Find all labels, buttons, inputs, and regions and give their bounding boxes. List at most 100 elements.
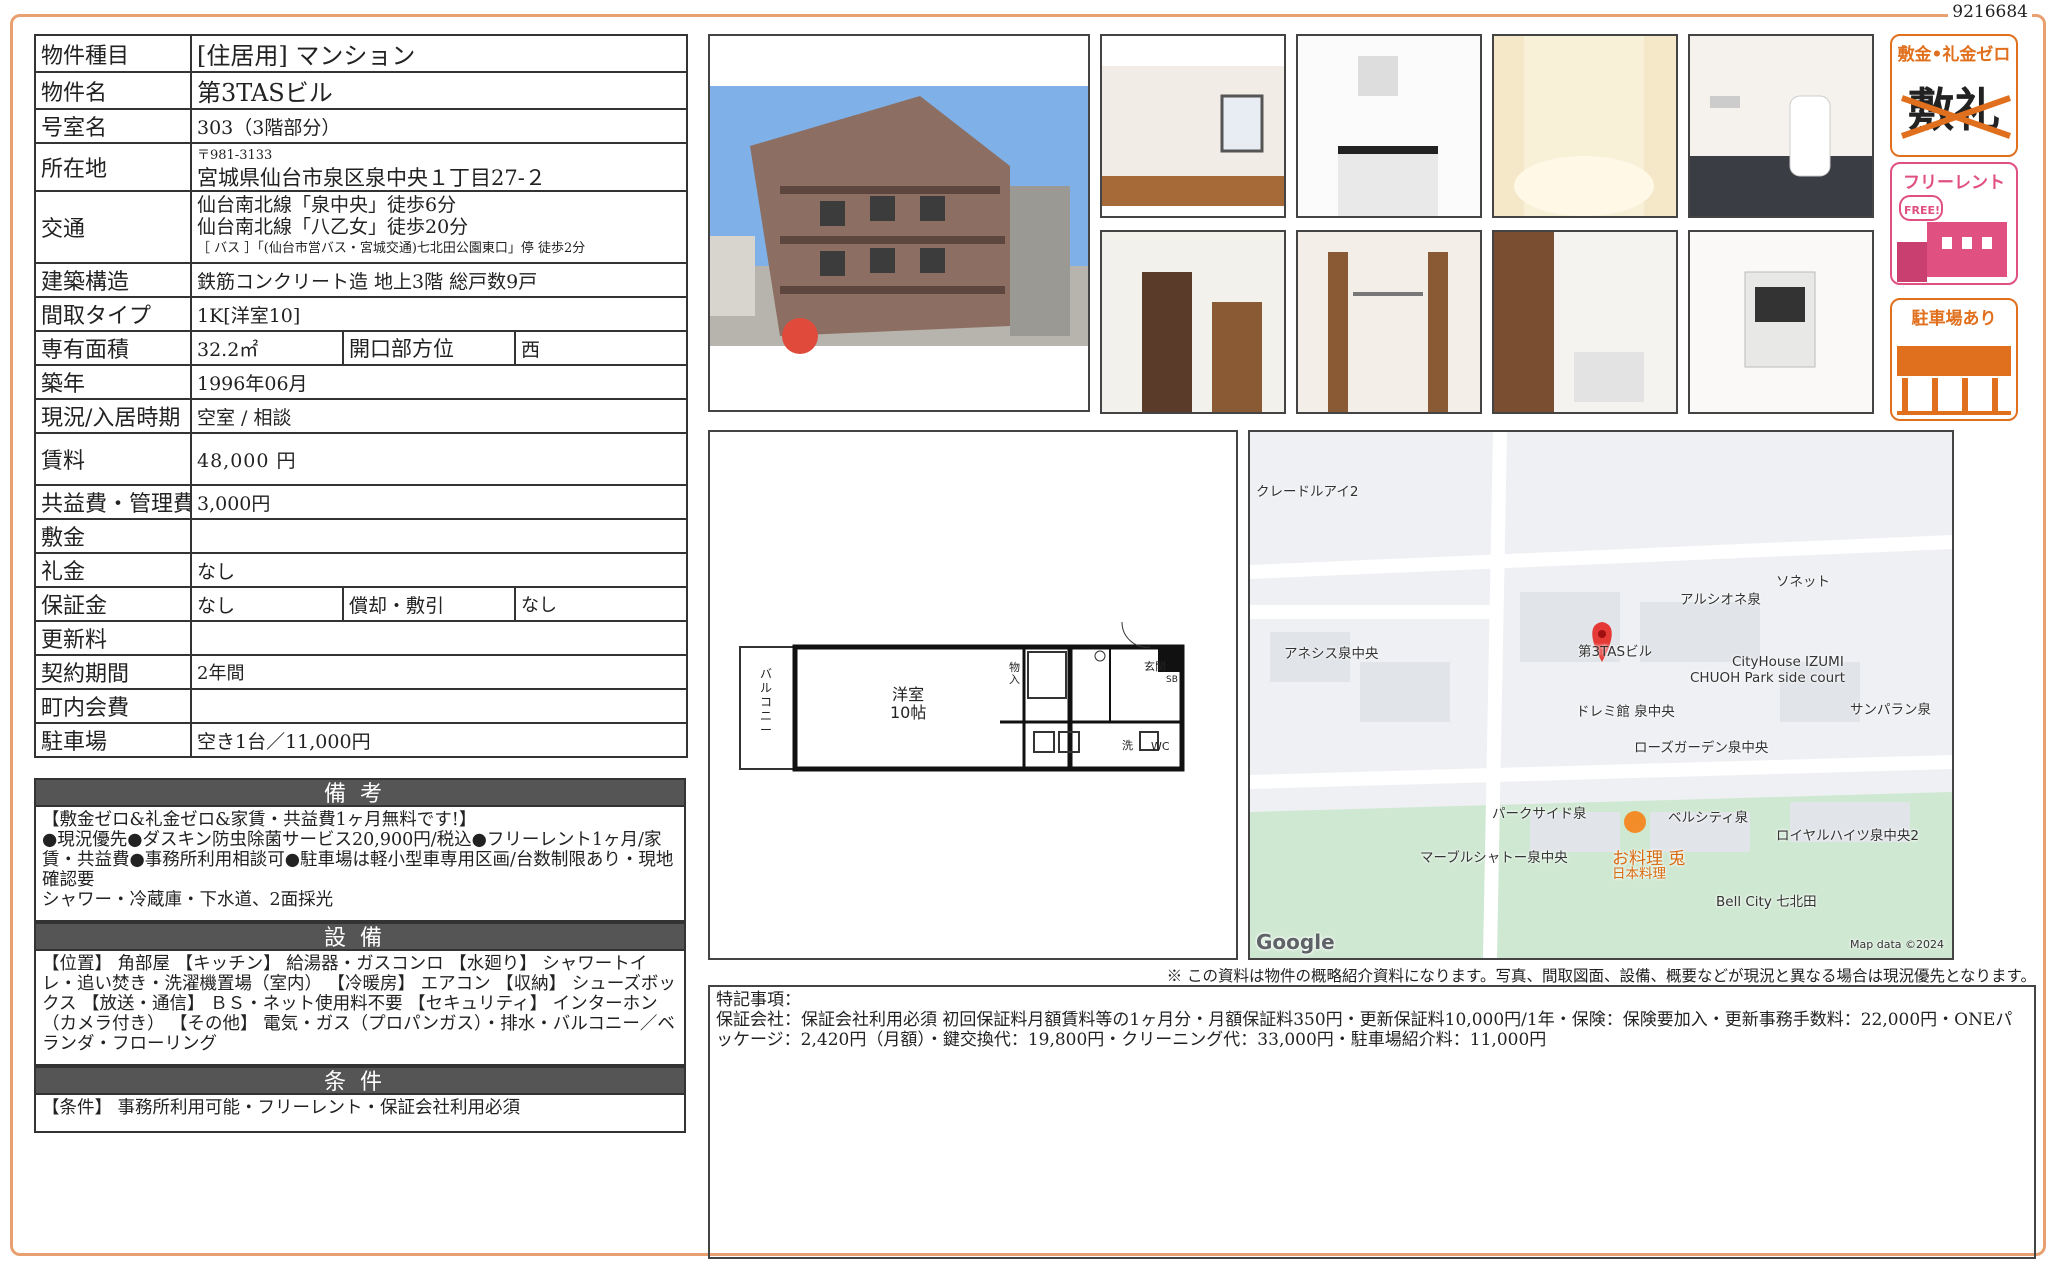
remarks-header: 備考 <box>34 778 686 807</box>
built-label: 築年 <box>34 364 192 400</box>
contract-label: 契約期間 <box>34 654 192 690</box>
floor-storage-label: 物入 <box>1009 661 1020 686</box>
equipment-header: 設備 <box>34 922 686 951</box>
free-rent-badge-title: フリーレント <box>1903 173 2005 193</box>
status-label: 現況/入居時期 <box>34 398 192 434</box>
entrance-photo <box>1100 230 1286 414</box>
amort-label: 償却・敷引 <box>342 586 516 622</box>
map-label: サンパラン泉 <box>1850 702 1931 718</box>
fee-value: 3,000円 <box>189 484 689 520</box>
town-fee-value <box>189 688 689 724</box>
direction-label: 開口部方位 <box>342 330 516 366</box>
map-label: ベルシティ泉 <box>1668 810 1749 826</box>
status-value: 空室 / 相談 <box>189 398 689 434</box>
map-label: CHUOH Park side court <box>1690 670 1846 686</box>
floor-room-label: 洋室 10帖 <box>890 686 926 722</box>
floor-washer-label: 洗 <box>1122 739 1133 752</box>
bathroom-photo <box>1492 34 1678 218</box>
map-label-restaurant-sub: 日本料理 <box>1612 866 1666 882</box>
special-notes-box: 特記事項： 保証会社：保証会社利用必須 初回保証料月額賃料等の1ヶ月分・月額保証… <box>708 985 2036 1259</box>
parking-badge-title: 駐車場あり <box>1911 309 1997 329</box>
name-value: 第3TASビル <box>189 71 689 110</box>
direction-value: 西 <box>513 330 689 366</box>
map-label-target: 第3TASビル <box>1578 644 1653 660</box>
parking-label: 駐車場 <box>34 722 192 758</box>
layout-label: 間取タイプ <box>34 296 192 332</box>
transport-line-1: 仙台南北線「泉中央」徒歩6分 <box>197 194 457 216</box>
map-label: ドレミ館 泉中央 <box>1576 704 1675 720</box>
renewal-value <box>189 620 689 656</box>
remarks-line-1: 【敷金ゼロ&礼金ゼロ&家賃・共益費1ヶ月無料です!】 <box>42 810 477 830</box>
renewal-label: 更新料 <box>34 620 192 656</box>
floor-sb-label: SB <box>1166 675 1178 685</box>
structure-label: 建築構造 <box>34 262 192 298</box>
toilet-photo <box>1688 34 1874 218</box>
built-value: 1996年06月 <box>189 364 689 400</box>
conditions-body: 【条件】 事務所利用可能・フリーレント・保証会社利用必須 <box>34 1095 686 1133</box>
map-label: ローズガーデン泉中央 <box>1634 740 1769 756</box>
document-id: 9216684 <box>1948 2 2032 22</box>
floor-plan: 洋室 10帖 バルコニー 玄関 WC 物入 SB 洗 <box>708 430 1238 960</box>
map-label: ソネット <box>1776 574 1830 590</box>
structure-value: 鉄筋コンクリート造 地上3階 総戸数9戸 <box>189 262 689 298</box>
special-notes-title: 特記事項： <box>716 990 801 1010</box>
area-value: 32.2㎡ <box>190 330 344 366</box>
laundry-photo <box>1492 230 1678 414</box>
parking-value: 空き1台／11,000円 <box>189 722 689 758</box>
conditions-header: 条件 <box>34 1066 686 1095</box>
type-label: 物件種目 <box>34 34 192 73</box>
floor-wc-label: WC <box>1151 740 1170 753</box>
map-data-credit: Map data ©2024 <box>1850 938 1944 951</box>
map-label: パークサイド泉 <box>1492 806 1587 822</box>
deposit-label: 保証金 <box>34 586 192 622</box>
reikin-value: なし <box>189 552 689 588</box>
fee-label: 共益費・管理費 <box>34 484 192 520</box>
floor-room-name: 洋室 <box>892 685 925 704</box>
postal-code: 〒981-3133 <box>197 148 273 163</box>
cross-icon <box>1901 95 2011 139</box>
shikikin-value <box>189 518 689 554</box>
area-label: 専有面積 <box>34 330 192 366</box>
remarks-body: 【敷金ゼロ&礼金ゼロ&家賃・共益費1ヶ月無料です!】 ●現況優先●ダスキン防虫除… <box>34 807 686 922</box>
room-photo-1 <box>1100 34 1286 218</box>
contract-value: 2年間 <box>189 654 689 690</box>
rent-value: 48,000 円 <box>189 432 689 486</box>
map-label: アルシオネ泉 <box>1680 592 1761 608</box>
transport-label: 交通 <box>34 190 192 264</box>
floor-balcony-label: バルコニー <box>760 667 773 737</box>
map-label: アネシス泉中央 <box>1284 646 1379 662</box>
map-label: CityHouse IZUMI <box>1732 654 1844 670</box>
free-rent-badge-sub: FREE! <box>1904 204 1941 217</box>
name-label: 物件名 <box>34 71 192 110</box>
address-label: 所在地 <box>34 142 192 192</box>
google-logo: Google <box>1256 930 1335 954</box>
equipment-body: 【位置】 角部屋 【キッチン】 給湯器・ガスコンロ 【水廻り】 シャワートイレ・… <box>34 951 686 1066</box>
deposit-value: なし <box>190 586 344 622</box>
disclaimer-note: ※ この資料は物件の概略紹介資料になります。写真、間取図面、設備、概要などが現況… <box>1166 967 2036 985</box>
remarks-line-2: ●現況優先●ダスキン防虫除菌サービス20,900円/税込●フリーレント1ヶ月/家… <box>42 830 674 890</box>
room-value: 303（3階部分） <box>189 108 689 144</box>
remarks-line-3: シャワー・冷蔵庫・下水道、2面採光 <box>42 890 334 910</box>
intercom-photo <box>1688 230 1874 414</box>
no-deposit-badge: 敷金•礼金ゼロ 敷礼 <box>1890 34 2018 157</box>
building-exterior-photo <box>708 34 1090 412</box>
amort-value: なし <box>513 586 689 622</box>
parking-icon <box>1897 346 2011 415</box>
reikin-label: 礼金 <box>34 552 192 588</box>
address-value: 宮城県仙台市泉区泉中央１丁目27-２ <box>197 166 546 190</box>
type-value: [住居用] マンション <box>189 34 689 73</box>
floor-genkan-label: 玄関 <box>1144 660 1166 673</box>
parking-badge: 駐車場あり <box>1890 298 2018 421</box>
shikikin-label: 敷金 <box>34 518 192 554</box>
transport-line-3: ［ バス ］「(仙台市営バス・宮城交通)七北田公園東口」停 徒歩2分 <box>197 241 586 256</box>
floor-room-size: 10帖 <box>890 703 927 722</box>
map-label: マーブルシャトー泉中央 <box>1420 850 1568 866</box>
map-label: Bell City 七北田 <box>1716 894 1817 910</box>
layout-value: 1K[洋室10] <box>189 296 689 332</box>
closet-photo <box>1296 230 1482 414</box>
map-label: クレードルアイ2 <box>1256 484 1359 500</box>
kitchen-photo <box>1296 34 1482 218</box>
special-notes-text: 保証会社：保証会社利用必須 初回保証料月額賃料等の1ヶ月分・月額保証料350円・… <box>716 1010 2013 1050</box>
rent-label: 賃料 <box>34 432 192 486</box>
map-label: ロイヤルハイツ泉中央2 <box>1776 828 1919 844</box>
